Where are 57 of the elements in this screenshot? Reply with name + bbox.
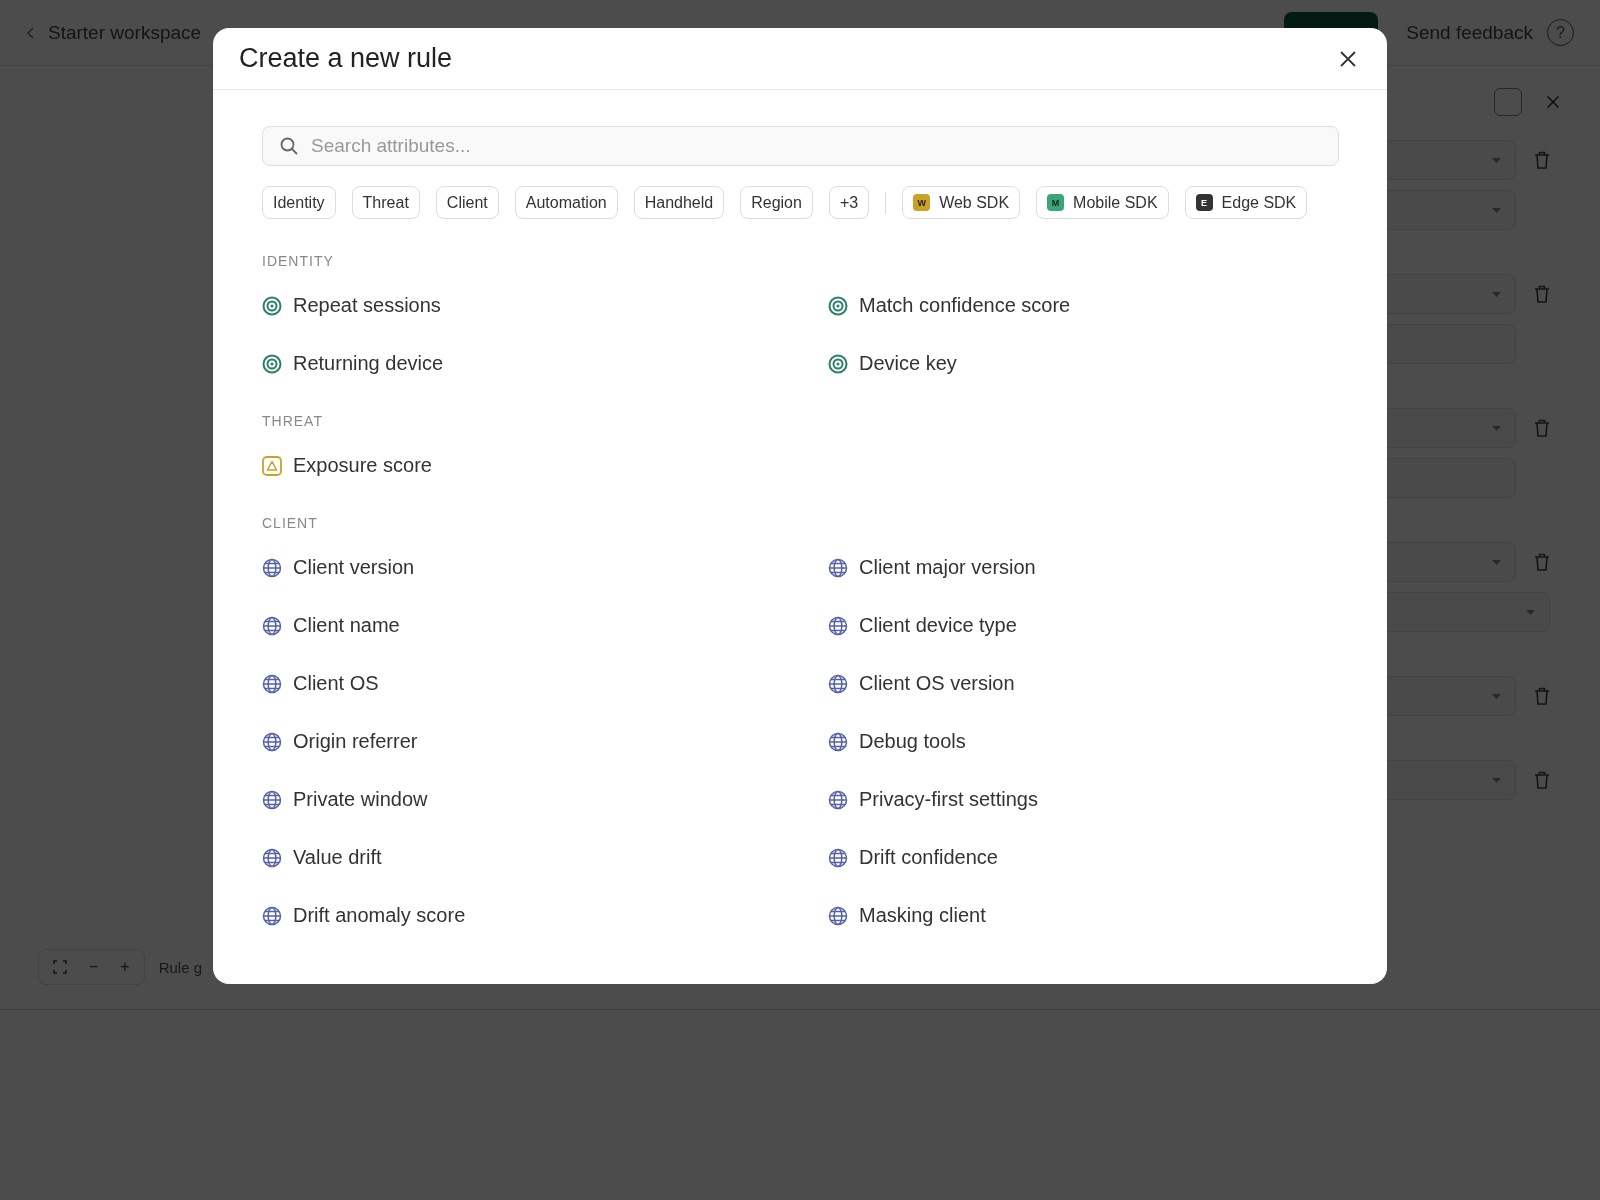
globe-icon	[262, 731, 282, 752]
sdk-badge: E	[1195, 194, 1213, 211]
filter-chip[interactable]: Client	[435, 186, 499, 219]
globe-icon	[828, 557, 848, 578]
globe-icon	[828, 673, 848, 694]
search-field[interactable]: Search attributes...	[262, 126, 1339, 166]
attribute-item[interactable]: Private window	[262, 788, 828, 811]
attribute-item[interactable]: Client version	[262, 556, 828, 579]
sdk-chip[interactable]: M Mobile SDK	[1036, 186, 1169, 219]
globe-icon	[828, 905, 848, 926]
attribute-item[interactable]: Client name	[262, 614, 828, 637]
globe-icon	[262, 557, 282, 578]
filter-chip[interactable]: Region	[740, 186, 813, 219]
section-heading: THREAT	[262, 413, 324, 429]
section-heading: CLIENT	[262, 515, 319, 531]
attribute-item[interactable]: Debug tools	[828, 730, 1339, 753]
globe-icon	[828, 789, 848, 810]
warning-icon	[262, 455, 282, 476]
attribute-item[interactable]: Origin referrer	[262, 730, 828, 753]
attribute-item[interactable]: Device key	[828, 352, 1339, 375]
globe-icon	[262, 847, 282, 868]
attribute-item[interactable]: Privacy-first settings	[828, 788, 1339, 811]
filter-chip[interactable]: Threat	[351, 186, 420, 219]
attribute-item[interactable]: Client device type	[828, 614, 1339, 637]
globe-icon	[262, 615, 282, 636]
globe-icon	[262, 905, 282, 926]
filter-chip[interactable]: +3	[828, 186, 870, 219]
filter-chip[interactable]: Automation	[514, 186, 618, 219]
globe-icon	[828, 847, 848, 868]
dialog-title: Create a new rule	[239, 43, 453, 74]
sdk-chip[interactable]: W Web SDK	[902, 186, 1021, 219]
section-heading: IDENTITY	[262, 253, 335, 269]
attribute-item[interactable]: Client OS version	[828, 672, 1339, 695]
sdk-chip[interactable]: E Edge SDK	[1184, 186, 1308, 219]
globe-icon	[828, 731, 848, 752]
attribute-item[interactable]: Client OS	[262, 672, 828, 695]
globe-icon	[828, 615, 848, 636]
globe-icon	[262, 789, 282, 810]
attribute-item[interactable]: Value drift	[262, 846, 828, 869]
filter-chip[interactable]: Identity	[262, 186, 336, 219]
globe-icon	[262, 673, 282, 694]
filter-chip[interactable]: Handheld	[633, 186, 725, 219]
target-icon	[828, 295, 848, 316]
attribute-item[interactable]: Returning device	[262, 352, 828, 375]
attribute-item[interactable]: Masking client	[828, 904, 1339, 927]
attribute-item[interactable]: Drift confidence	[828, 846, 1339, 869]
target-icon	[828, 353, 848, 374]
attribute-item[interactable]: Client major version	[828, 556, 1339, 579]
attribute-item[interactable]: Match confidence score	[828, 294, 1339, 317]
attribute-item[interactable]: Drift anomaly score	[262, 904, 828, 927]
search-icon	[280, 137, 298, 155]
target-icon	[262, 295, 282, 316]
attribute-item[interactable]: Exposure score	[262, 454, 828, 477]
sdk-badge: W	[913, 194, 931, 211]
target-icon	[262, 353, 282, 374]
attribute-item[interactable]: Repeat sessions	[262, 294, 828, 317]
sdk-badge: M	[1047, 194, 1065, 211]
